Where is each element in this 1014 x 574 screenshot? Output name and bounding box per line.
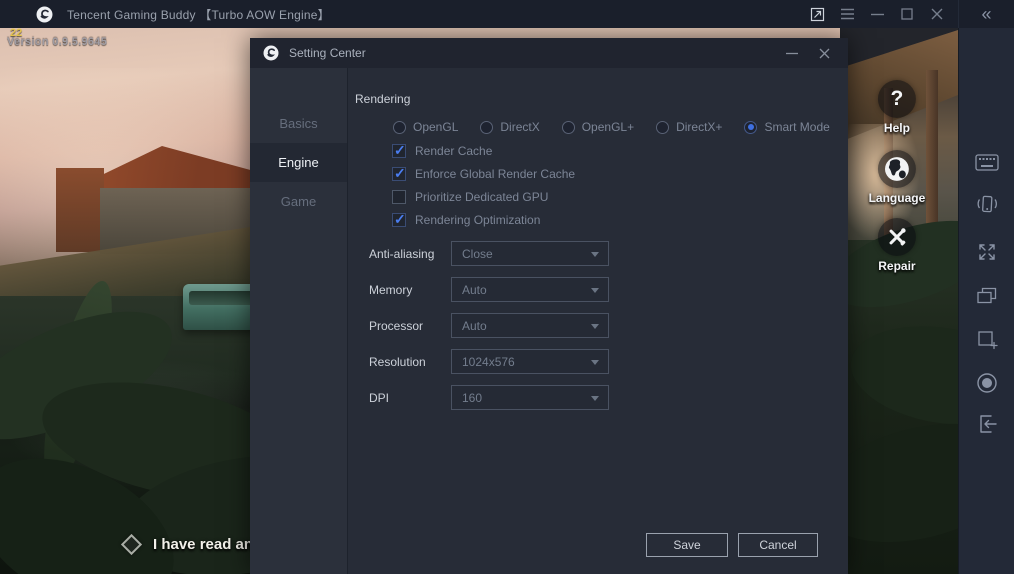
radio-circle [561, 120, 575, 134]
fullscreen-icon[interactable] [973, 240, 1001, 264]
checkbox-prioritize-dedicated-gpu[interactable]: Prioritize Dedicated GPU [392, 190, 848, 204]
form-row-anti-aliasing: Anti-aliasing Close [369, 241, 848, 266]
tab-basics[interactable]: Basics [250, 104, 347, 143]
radio-circle-selected [744, 120, 758, 134]
checkbox-box-checked [392, 165, 406, 182]
help-icon: ? [877, 80, 916, 118]
radio-directx-plus[interactable]: DirectX+ [656, 120, 722, 134]
engine-form: Anti-aliasing Close Memory Auto Processo… [348, 241, 848, 410]
form-row-dpi: DPI 160 [369, 385, 848, 410]
form-row-processor: Processor Auto [369, 313, 848, 338]
exit-icon[interactable] [973, 412, 1001, 436]
repair-button[interactable]: Repair [859, 218, 935, 273]
agreement-text: I have read and [153, 536, 263, 553]
radio-opengl[interactable]: OpenGL [393, 120, 458, 134]
cancel-button[interactable]: Cancel [738, 533, 818, 557]
open-in-new-window-icon[interactable] [802, 0, 832, 28]
right-tool-rail [958, 28, 1014, 574]
version-label: Version 0.9.5.9645 [7, 36, 108, 48]
radio-smart-mode[interactable]: Smart Mode [744, 120, 830, 134]
repair-tools-icon [877, 218, 916, 256]
checkbox-rendering-optimization[interactable]: Rendering Optimization [392, 211, 848, 228]
agreement-row[interactable]: I have read and [120, 533, 263, 556]
dialog-logo-icon [263, 45, 279, 61]
form-row-resolution: Resolution 1024x576 [369, 349, 848, 374]
save-button[interactable]: Save [646, 533, 728, 557]
chevron-down-icon [591, 396, 599, 401]
checkbox-enforce-global-render-cache[interactable]: Enforce Global Render Cache [392, 165, 848, 182]
tab-engine[interactable]: Engine [250, 143, 347, 182]
chevron-down-icon [591, 252, 599, 257]
dialog-minimize-icon[interactable] [781, 42, 803, 64]
minimize-icon[interactable] [862, 0, 892, 28]
radio-directx[interactable]: DirectX [480, 120, 540, 134]
form-row-memory: Memory Auto [369, 277, 848, 302]
app-window: 22 Version 0.9.5.9645 I have read and ? … [0, 0, 1014, 574]
checkbox-box-checked [392, 211, 406, 228]
rendering-mode-radios: OpenGL DirectX OpenGL+ DirectX+ Smart Mo… [393, 120, 848, 134]
maximize-icon[interactable] [892, 0, 922, 28]
chevron-down-icon [591, 360, 599, 365]
memory-select[interactable]: Auto [451, 277, 609, 302]
processor-select[interactable]: Auto [451, 313, 609, 338]
collapse-rail-icon[interactable]: « [959, 0, 1014, 28]
language-button[interactable]: Language [859, 150, 935, 205]
dialog-buttons: Save Cancel [646, 533, 818, 557]
menu-icon[interactable] [832, 0, 862, 28]
checkbox-box-unchecked [392, 190, 406, 204]
app-logo-icon [36, 6, 53, 23]
rendering-section-title: Rendering [355, 92, 411, 106]
screenshot-icon[interactable] [973, 328, 1001, 352]
resolution-select[interactable]: 1024x576 [451, 349, 609, 374]
tab-game[interactable]: Game [250, 182, 347, 221]
window-title: Tencent Gaming Buddy 【Turbo AOW Engine】 [67, 7, 330, 22]
checkbox-render-cache[interactable]: Render Cache [392, 142, 848, 159]
radio-circle [656, 120, 670, 134]
anti-aliasing-select[interactable]: Close [451, 241, 609, 266]
chevron-down-icon [591, 288, 599, 293]
chevron-down-icon [591, 324, 599, 329]
dpi-select[interactable]: 160 [451, 385, 609, 410]
globe-icon [877, 150, 916, 188]
engine-settings-panel: Rendering OpenGL DirectX OpenGL+ DirectX… [348, 68, 848, 574]
help-button[interactable]: ? Help [859, 80, 935, 135]
floating-tools: ? Help Language Repair [848, 0, 958, 574]
dialog-title: Setting Center [289, 46, 366, 60]
dialog-tab-sidebar: Basics Engine Game [250, 68, 348, 574]
rendering-checkboxes: Render Cache Enforce Global Render Cache… [392, 142, 848, 228]
dialog-close-icon[interactable] [813, 42, 835, 64]
setting-center-dialog: Setting Center Basics Engine Game Render… [250, 38, 848, 574]
multi-window-icon[interactable] [973, 283, 1001, 307]
radio-opengl-plus[interactable]: OpenGL+ [561, 120, 634, 134]
record-icon[interactable] [973, 371, 1001, 395]
agreement-checkbox[interactable] [120, 533, 143, 556]
radio-circle [480, 120, 494, 134]
window-titlebar: Tencent Gaming Buddy 【Turbo AOW Engine】 … [0, 0, 1014, 28]
dialog-titlebar: Setting Center [250, 38, 848, 68]
checkbox-box-checked [392, 142, 406, 159]
background-bus [183, 284, 259, 330]
shake-phone-icon[interactable] [973, 192, 1001, 216]
close-icon[interactable] [922, 0, 952, 28]
radio-circle [393, 120, 406, 134]
keyboard-icon[interactable] [973, 150, 1001, 174]
